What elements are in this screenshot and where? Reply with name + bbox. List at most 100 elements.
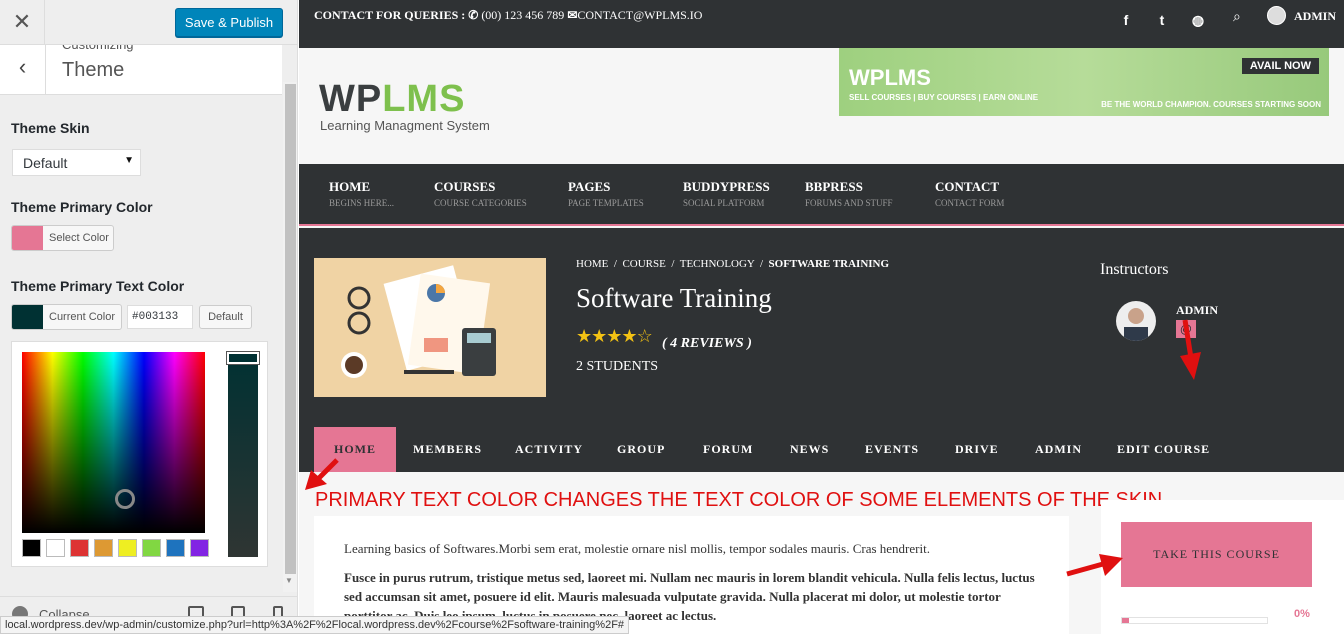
social-links: f t ◍ (1117, 12, 1225, 30)
nav-sublabel: SOCIAL PLATFORM (683, 198, 765, 208)
tab-activity[interactable]: ACTIVITY (515, 427, 583, 472)
picker-handle[interactable] (115, 489, 135, 509)
tab-events[interactable]: EVENTS (865, 427, 919, 472)
nav-sublabel: FORUMS AND STUFF (805, 198, 893, 208)
default-color-button[interactable]: Default (199, 305, 252, 329)
nav-label: BUDDYPRESS (683, 179, 770, 194)
hex-color-input[interactable]: #003133 (127, 305, 193, 329)
search-icon[interactable]: ⌕ (1233, 8, 1241, 25)
select-color-label: Select Color (49, 232, 109, 244)
contact-email[interactable]: CONTACT@WPLMS.IO (577, 8, 702, 22)
current-color-button[interactable]: Current Color (11, 304, 122, 330)
annotation-arrow-icon (305, 458, 339, 490)
facebook-icon[interactable]: f (1117, 12, 1135, 28)
breadcrumb-course[interactable]: COURSE (622, 258, 665, 270)
take-course-button[interactable]: TAKE THIS COURSE (1121, 522, 1312, 587)
banner-title: WPLMS (849, 65, 931, 90)
star-empty-icon: ☆ (636, 326, 653, 346)
nav-label: COURSES (434, 179, 496, 194)
customizer-header: ✕ Save & Publish (0, 0, 297, 45)
nav-label: PAGES (568, 179, 611, 194)
palette-swatch[interactable] (22, 539, 41, 557)
course-tabs: HOME MEMBERS ACTIVITY GROUP FORUM NEWS E… (299, 427, 1344, 472)
nav-contact[interactable]: CONTACT CONTACT FORM (935, 179, 1004, 208)
nav-sublabel: CONTACT FORM (935, 198, 1005, 208)
phone-icon: ✆ (468, 8, 479, 22)
primary-color-label: Theme Primary Color (11, 199, 153, 215)
user-menu[interactable]: ADMIN (1294, 9, 1336, 24)
breadcrumb-home[interactable]: HOME (576, 258, 608, 270)
scroll-down-icon[interactable]: ▼ (285, 576, 293, 585)
contact-prefix: CONTACT FOR QUERIES : (314, 8, 466, 22)
back-button[interactable]: ‹ (0, 45, 46, 95)
select-color-button[interactable]: Select Color (11, 225, 114, 251)
customizer-section-header: ‹ Customizing Theme (0, 37, 282, 95)
nav-buddypress[interactable]: BUDDYPRESS SOCIAL PLATFORM (683, 179, 770, 208)
course-image[interactable] (314, 258, 546, 397)
description-intro: Learning basics of Softwares.Morbi sem e… (344, 541, 930, 556)
nav-home[interactable]: HOME BEGINS HERE... (329, 179, 394, 208)
review-count[interactable]: ( 4 REVIEWS ) (662, 336, 752, 352)
annotation-arrow-icon (1066, 554, 1123, 577)
primary-color-swatch (12, 226, 43, 250)
logo-part-wp: WP (319, 78, 383, 120)
palette-swatch[interactable] (166, 539, 185, 557)
hue-handle[interactable] (226, 351, 260, 365)
nav-sublabel: BEGINS HERE... (329, 198, 394, 208)
nav-sublabel: PAGE TEMPLATES (568, 198, 644, 208)
dribbble-icon[interactable]: ◍ (1189, 12, 1207, 29)
palette-swatch[interactable] (46, 539, 65, 557)
annotation-arrow-icon (1180, 319, 1201, 380)
palette-swatch[interactable] (142, 539, 161, 557)
nav-bbpress[interactable]: BBPRESS FORUMS AND STUFF (805, 179, 893, 208)
avatar[interactable] (1267, 6, 1286, 25)
theme-skin-label: Theme Skin (11, 120, 90, 136)
nav-courses[interactable]: COURSES COURSE CATEGORIES (434, 179, 527, 208)
caret-down-icon: ▼ (124, 155, 134, 166)
scrollbar[interactable]: ▼ (283, 82, 297, 592)
banner-tagline: BE THE WORLD CHAMPION. COURSES STARTING … (1101, 100, 1321, 109)
instructor-name[interactable]: ADMIN (1176, 303, 1218, 318)
customizer-sidebar: ‹ Customizing Theme ✕ Save & Publish The… (0, 0, 298, 634)
tab-admin[interactable]: ADMIN (1035, 427, 1082, 472)
theme-skin-value: Default (23, 155, 68, 171)
header-banner[interactable]: WPLMS SELL COURSES | BUY COURSES | EARN … (839, 48, 1329, 116)
tab-edit-course[interactable]: EDIT COURSE (1117, 427, 1210, 472)
scrollbar-thumb[interactable] (285, 84, 296, 574)
section-title: Theme (62, 59, 125, 81)
site-tagline: Learning Managment System (320, 118, 490, 133)
person-icon (1124, 308, 1148, 341)
logo-part-lms: LMS (382, 78, 466, 120)
progress-bar (1121, 617, 1268, 624)
star-filled-icon: ★ (591, 326, 607, 346)
avail-now-button[interactable]: AVAIL NOW (1241, 58, 1319, 74)
site-logo[interactable]: WPLMS (319, 78, 465, 121)
hue-strip[interactable] (226, 351, 260, 557)
student-count: 2 STUDENTS (576, 359, 659, 374)
palette-swatch[interactable] (94, 539, 113, 557)
tab-news[interactable]: NEWS (790, 427, 829, 472)
breadcrumb-technology[interactable]: TECHNOLOGY (680, 258, 755, 270)
instructors-heading: Instructors (1100, 261, 1169, 278)
tab-group[interactable]: GROUP (617, 427, 665, 472)
rating-stars: ★★★★☆ (576, 326, 653, 347)
course-title: Software Training (576, 283, 772, 313)
twitter-icon[interactable]: t (1153, 12, 1171, 28)
tab-members[interactable]: MEMBERS (413, 427, 482, 472)
nav-pages[interactable]: PAGES PAGE TEMPLATES (568, 179, 644, 208)
tab-forum[interactable]: FORUM (703, 427, 753, 472)
saturation-gradient[interactable] (22, 352, 205, 533)
close-icon[interactable]: ✕ (0, 0, 45, 45)
color-picker (11, 341, 268, 567)
tab-drive[interactable]: DRIVE (955, 427, 999, 472)
status-bar-url: local.wordpress.dev/wp-admin/customize.p… (0, 616, 630, 634)
palette-swatch[interactable] (190, 539, 209, 557)
star-filled-icon: ★ (576, 326, 592, 346)
nav-label: HOME (329, 179, 371, 194)
palette-swatch[interactable] (118, 539, 137, 557)
save-publish-button[interactable]: Save & Publish (175, 8, 283, 37)
theme-skin-select[interactable]: Default ▼ (12, 149, 141, 176)
palette-swatch[interactable] (70, 539, 89, 557)
nav-sublabel: COURSE CATEGORIES (434, 198, 527, 208)
instructor-avatar[interactable] (1116, 301, 1156, 341)
